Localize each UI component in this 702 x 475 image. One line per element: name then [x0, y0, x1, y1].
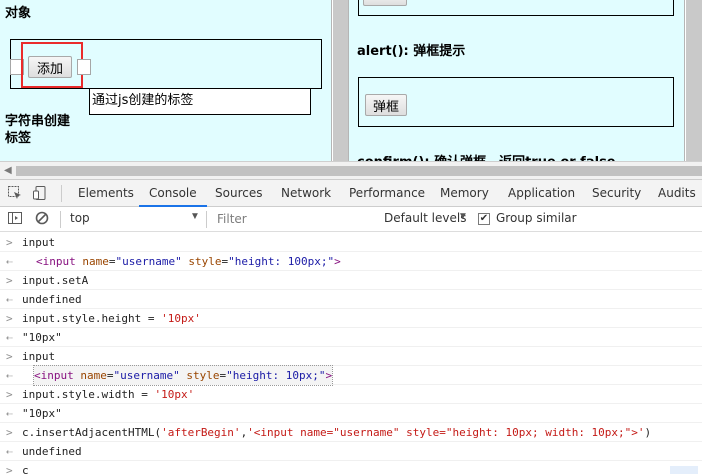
toolbar-separator [61, 185, 62, 202]
console-scroll-indicator [670, 466, 698, 474]
result-arrow-icon: ⇠ [6, 369, 13, 382]
result-arrow-icon: ⇠ [6, 293, 13, 306]
input-prompt-icon: > [6, 236, 13, 249]
input-prompt-icon: > [6, 388, 13, 401]
right-demo-pane: alert(): 弹框提示 弹框 confirm(): 确认弹框，返回true … [348, 0, 685, 161]
left-demo-pane: 对象 添加 通过js创建的标签 字符串创建 标签 [0, 0, 332, 161]
console-input-line: > c.insertAdjacentHTML('afterBegin','<in… [0, 423, 702, 442]
element-node-output[interactable]: <input name="username" style="height: 10… [36, 252, 341, 271]
result-arrow-icon: ⇠ [6, 255, 13, 268]
input-prompt-icon: > [6, 426, 13, 439]
heading-object: 对象 [5, 6, 32, 21]
console-result-line: ⇠ undefined [0, 290, 702, 309]
element-node-output-highlighted[interactable]: <input name="username" style="height: 10… [32, 365, 334, 386]
console-result-line: ⇠ "10px" [0, 404, 702, 423]
console-input-line: > input.style.width = '10px' [0, 385, 702, 404]
tab-console[interactable]: Console [139, 180, 207, 207]
filterbar-separator-2 [206, 211, 207, 228]
console-result-line: ⇠ <input name="username" style="height: … [0, 252, 702, 271]
js-created-label: 通过js创建的标签 [89, 88, 311, 115]
tab-audits[interactable]: Audits [658, 180, 696, 207]
heading-string-create: 字符串创建 标签 [5, 114, 71, 146]
heading-alert: alert(): 弹框提示 [357, 44, 466, 59]
result-arrow-icon: ⇠ [6, 407, 13, 420]
console-input-line: > input.style.height = '10px' [0, 309, 702, 328]
console-input-line: > input.setA [0, 271, 702, 290]
web-page-viewport: 对象 添加 通过js创建的标签 字符串创建 标签 alert(): 弹框提示 弹… [0, 0, 702, 161]
console-input-line: > input [0, 347, 702, 366]
console-input-line: > input [0, 233, 702, 252]
clear-console-icon[interactable] [34, 211, 50, 227]
device-toolbar-icon[interactable] [32, 185, 48, 201]
console-input-line[interactable]: > c [0, 461, 702, 475]
clipped-button[interactable] [363, 0, 407, 6]
context-dropdown-icon[interactable]: ▼ [190, 211, 200, 222]
tab-elements[interactable]: Elements [78, 180, 134, 207]
scroll-thumb[interactable] [16, 166, 702, 176]
console-result-line: ⇠ "10px" [0, 328, 702, 347]
created-input-right[interactable] [77, 59, 91, 75]
console-result-line: ⇠ <input name="username" style="height: … [0, 365, 702, 386]
console-output: > input ⇠ <input name="username" style="… [0, 233, 702, 475]
tab-memory[interactable]: Memory [440, 180, 489, 207]
highlight-outline [21, 42, 83, 88]
sidebar-toggle-icon[interactable] [7, 211, 23, 227]
input-prompt-icon: > [6, 274, 13, 287]
log-levels-dropdown[interactable]: Default levels [384, 211, 466, 225]
input-prompt-icon: > [6, 350, 13, 363]
filterbar-separator [60, 211, 61, 228]
tab-network[interactable]: Network [281, 180, 331, 207]
group-similar-label: Group similar [496, 211, 577, 225]
scroll-left-arrow-icon[interactable]: ◀ [4, 165, 12, 176]
input-prompt-icon: > [6, 464, 13, 475]
page-right-gutter [686, 0, 702, 161]
result-arrow-icon: ⇠ [6, 331, 13, 344]
context-selector[interactable]: top [70, 211, 90, 225]
input-prompt-icon: > [6, 312, 13, 325]
tab-sources[interactable]: Sources [215, 180, 262, 207]
tab-application[interactable]: Application [508, 180, 575, 207]
horizontal-scrollbar[interactable]: ◀ [0, 161, 702, 179]
heading-confirm: confirm(): 确认弹框，返回true or false [357, 151, 616, 161]
page-gutter [333, 0, 348, 161]
group-similar-checkbox[interactable]: ✔ [478, 213, 490, 225]
console-result-line: ⇠ undefined [0, 442, 702, 461]
console-filter-input[interactable] [213, 210, 376, 228]
console-filterbar: top ▼ Default levels ▼ ✔ Group similar [0, 207, 702, 232]
tab-performance[interactable]: Performance [349, 180, 425, 207]
devtools-tabbar: Elements Console Sources Network Perform… [0, 180, 702, 207]
levels-dropdown-icon[interactable]: ▼ [458, 211, 468, 222]
inspect-element-icon[interactable] [7, 185, 23, 201]
tab-security[interactable]: Security [592, 180, 641, 207]
alert-button[interactable]: 弹框 [365, 94, 407, 116]
result-arrow-icon: ⇠ [6, 445, 13, 458]
devtools-panel: Elements Console Sources Network Perform… [0, 179, 702, 475]
